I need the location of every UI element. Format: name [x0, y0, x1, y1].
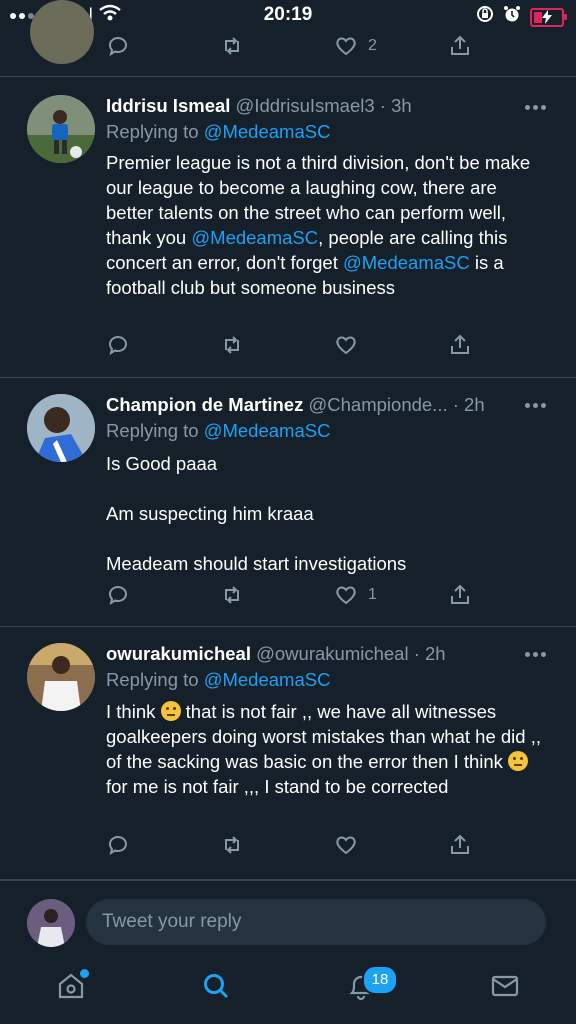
share-button[interactable]	[448, 333, 472, 357]
like-button[interactable]: 1	[334, 583, 377, 607]
reply-icon	[109, 37, 127, 57]
replying-mention[interactable]: @MedeamaSC	[204, 420, 331, 441]
display-name[interactable]: owurakumicheal	[106, 643, 251, 664]
nav-search[interactable]	[201, 971, 241, 1011]
like-count: 2	[368, 37, 377, 54]
handle: @Championde...	[308, 394, 448, 415]
rotation-lock-icon	[476, 5, 494, 29]
share-icon	[451, 334, 469, 354]
like-button[interactable]	[334, 833, 358, 857]
tweet-header: owurakumicheal @owurakumicheal · 2h	[106, 643, 446, 665]
tweet-actions: 2	[106, 34, 526, 68]
messages-icon	[491, 975, 519, 997]
replying-to: Replying to @MedeamaSC	[106, 669, 330, 691]
mention-link[interactable]: @MedeamaSC	[191, 227, 318, 248]
avatar[interactable]	[27, 95, 95, 163]
heart-icon	[336, 37, 356, 56]
like-button[interactable]	[334, 333, 358, 357]
reply-composer: Tweet your reply	[0, 880, 576, 966]
bottom-nav: 18	[0, 965, 576, 1024]
reply-icon	[109, 586, 127, 606]
replying-to: Replying to @MedeamaSC	[106, 121, 330, 143]
notification-badge: 18	[362, 965, 398, 995]
tweet-body: I think that is not fair ,, we have all …	[106, 699, 546, 799]
reply-button[interactable]	[106, 34, 130, 58]
tweet-body: Is Good paaa Am suspecting him kraaa Mea…	[106, 453, 407, 574]
retweet-icon	[225, 586, 239, 604]
tweet-actions: 1	[106, 583, 526, 617]
nav-messages[interactable]	[490, 971, 530, 1011]
more-options-icon[interactable]	[525, 652, 546, 657]
more-options-icon[interactable]	[525, 403, 546, 408]
replying-to: Replying to @MedeamaSC	[106, 420, 330, 442]
thinking-face-icon	[508, 751, 529, 771]
tweet-header: Champion de Martinez @Championde... · 2h	[106, 394, 485, 416]
reply-input[interactable]: Tweet your reply	[86, 899, 546, 945]
reply-icon	[109, 836, 127, 856]
reply-button[interactable]	[106, 583, 130, 607]
home-unread-dot	[80, 969, 89, 978]
retweet-button[interactable]	[220, 583, 244, 607]
like-button[interactable]: 2	[334, 34, 377, 58]
body-text: I think	[106, 701, 161, 722]
retweet-button[interactable]	[220, 34, 244, 58]
retweet-icon	[225, 37, 239, 55]
thinking-face-icon	[160, 701, 181, 721]
share-button[interactable]	[448, 34, 472, 58]
nav-home[interactable]	[56, 971, 96, 1011]
heart-icon	[336, 586, 356, 605]
mention-link[interactable]: @MedeamaSC	[343, 252, 470, 273]
tweet-body: Premier league is not a third division, …	[106, 150, 546, 300]
share-button[interactable]	[448, 583, 472, 607]
tweet-actions	[106, 833, 526, 867]
previous-tweet-actions: 2	[0, 0, 576, 77]
battery-charging-icon	[530, 7, 567, 27]
share-icon	[451, 834, 469, 854]
tweet[interactable]: owurakumicheal @owurakumicheal · 2h Repl…	[0, 627, 576, 880]
heart-icon	[336, 836, 356, 855]
reply-button[interactable]	[106, 333, 130, 357]
share-button[interactable]	[448, 833, 472, 857]
more-options-icon[interactable]	[525, 105, 546, 110]
tweet[interactable]: Iddrisu Ismeal @IddrisuIsmael3 · 3h Repl…	[0, 77, 576, 378]
avatar[interactable]	[27, 394, 95, 462]
heart-icon	[336, 336, 356, 355]
retweet-icon	[225, 836, 239, 854]
replying-prefix: Replying to	[106, 669, 204, 690]
alarm-icon	[503, 5, 521, 29]
share-icon	[451, 584, 469, 604]
status-icons	[476, 5, 567, 29]
retweet-button[interactable]	[220, 333, 244, 357]
replying-mention[interactable]: @MedeamaSC	[204, 669, 331, 690]
handle: @owurakumicheal	[256, 643, 409, 664]
timestamp: · 3h	[374, 95, 412, 116]
handle: @IddrisuIsmael3	[235, 95, 375, 116]
timestamp: · 2h	[447, 394, 485, 415]
avatar[interactable]	[30, 0, 94, 64]
avatar[interactable]	[27, 899, 75, 947]
display-name[interactable]: Champion de Martinez	[106, 394, 303, 415]
replying-prefix: Replying to	[106, 420, 204, 441]
share-icon	[451, 35, 469, 55]
tweet-header: Iddrisu Ismeal @IddrisuIsmael3 · 3h	[106, 95, 412, 117]
avatar[interactable]	[27, 643, 95, 711]
reply-icon	[109, 336, 127, 356]
replying-prefix: Replying to	[106, 121, 204, 142]
replying-mention[interactable]: @MedeamaSC	[204, 121, 331, 142]
search-icon	[204, 974, 229, 999]
reply-button[interactable]	[106, 833, 130, 857]
tweet-actions	[106, 333, 526, 367]
timestamp: · 2h	[408, 643, 446, 664]
display-name[interactable]: Iddrisu Ismeal	[106, 95, 230, 116]
like-count: 1	[368, 586, 377, 603]
retweet-button[interactable]	[220, 833, 244, 857]
tweet[interactable]: Champion de Martinez @Championde... · 2h…	[0, 378, 576, 627]
retweet-icon	[225, 336, 239, 354]
